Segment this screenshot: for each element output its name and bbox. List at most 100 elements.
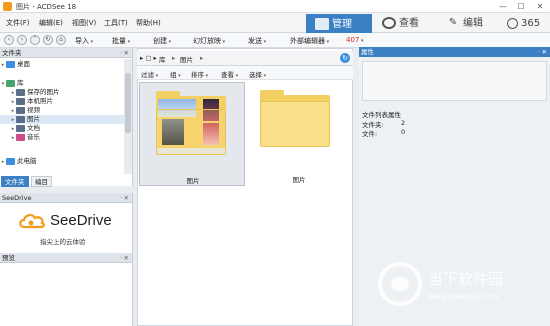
seedrive-panel-header: SeeDrive ᐧ ✕ — [0, 193, 132, 203]
app-icon — [3, 2, 12, 11]
seedrive-brand: SeeDrive — [50, 212, 112, 229]
mode-edit-button[interactable]: ✎ 编辑 — [438, 14, 496, 33]
tree-item-this-pc[interactable]: ▸ 此电脑 — [0, 157, 124, 166]
menu-tools[interactable]: 工具(T) — [104, 18, 128, 28]
mode-manage-label: 管理 — [332, 19, 352, 30]
refresh-icon[interactable]: ↻ — [43, 35, 53, 45]
properties-preview-area — [362, 61, 547, 101]
tree-item-desktop[interactable]: ▸ 桌面 — [0, 60, 124, 69]
properties-panel-header: 属性 ᐧ ✕ — [359, 47, 550, 57]
tree-item-label: 图片 — [27, 115, 40, 123]
toolbar-batch[interactable]: 批量 — [112, 36, 130, 46]
folders-panel-header: 文件夹 ᐧ ✕ — [0, 48, 132, 58]
breadcrumb-pictures[interactable]: 图片 — [180, 54, 193, 64]
property-value: 0 — [401, 128, 406, 136]
scroll-thumb[interactable] — [125, 73, 131, 133]
menu-edit[interactable]: 编辑(E) — [39, 18, 63, 28]
folder-front — [156, 109, 226, 155]
preview-panel-header: 预览 ᐧ ✕ — [0, 253, 132, 263]
folders-panel: 文件夹 ᐧ ✕ ▸ 桌面 ▾ 库 ▸ 保存的图片 ▸ 本机照片 ▸ 视频 ▸ 图片 ▸ 文档 … — [0, 48, 133, 186]
minimize-button[interactable]: — — [494, 1, 512, 12]
mode-view-label: 查看 — [399, 18, 419, 29]
tree-item-label: 视频 — [27, 106, 40, 114]
home-icon[interactable]: ⌂ — [56, 35, 66, 45]
panel-close-icon[interactable]: ᐧ ✕ — [120, 193, 129, 203]
breadcrumb-library[interactable]: 库 — [159, 54, 166, 64]
documents-folder-icon — [16, 124, 25, 132]
tab-catalog[interactable]: 编目 — [31, 176, 52, 187]
toolbar-import[interactable]: 导入 — [75, 36, 93, 46]
sort-button[interactable]: 排序 — [191, 69, 208, 79]
menu-view[interactable]: 视图(V) — [72, 18, 96, 28]
breadcrumb-icon: ▸ ▢ ▸ — [140, 54, 157, 62]
folder-tree: ▸ 桌面 ▾ 库 ▸ 保存的图片 ▸ 本机照片 ▸ 视频 ▸ 图片 ▸ 文档 ▸ 音乐 ▸ 此电脑 — [0, 59, 124, 174]
toolbar: ‹ › ˄ ↻ ⌂ 导入 批量 创建 幻灯放映 发送 外部编辑器 407 — [0, 33, 550, 48]
panel-close-icon[interactable]: ᐧ ✕ — [120, 48, 129, 58]
tree-item-label: 音乐 — [27, 133, 40, 141]
folder-front — [260, 101, 330, 147]
view-icon — [382, 17, 396, 29]
property-key: 文件: — [362, 130, 378, 138]
folders-panel-title: 文件夹 — [2, 49, 22, 57]
panel-close-icon[interactable]: ᐧ ✕ — [120, 253, 129, 263]
toolbar-slideshow[interactable]: 幻灯放映 — [193, 36, 225, 46]
video-folder-icon — [16, 106, 25, 114]
forward-icon[interactable]: › — [17, 35, 27, 45]
mode-view-button[interactable]: 查看 — [374, 14, 432, 33]
preview-panel: 预览 ᐧ ✕ — [0, 253, 133, 326]
up-icon[interactable]: ˄ — [30, 35, 40, 45]
menu-file[interactable]: 文件(F) — [6, 18, 30, 28]
toolbar-create[interactable]: 创建 — [153, 36, 171, 46]
tree-item-library[interactable]: ▾ 库 — [0, 79, 124, 88]
view-button[interactable]: 查看 — [221, 69, 238, 79]
mode-manage-button[interactable]: 管理 — [306, 14, 372, 33]
tab-folders[interactable]: 文件夹 — [1, 176, 29, 187]
group-button[interactable]: 组 — [170, 69, 181, 79]
folder-icon — [16, 88, 25, 96]
tree-item-label: 库 — [17, 79, 24, 87]
property-value: 2 — [401, 119, 406, 127]
toolbar-send[interactable]: 发送 — [248, 36, 266, 46]
breadcrumb-separator: ▸ — [172, 54, 176, 62]
thumbnail-item[interactable]: 图片 — [246, 82, 352, 186]
folders-scrollbar[interactable] — [124, 59, 132, 174]
close-button[interactable]: ✕ — [531, 1, 549, 12]
menu-help[interactable]: 帮助(H) — [136, 18, 161, 28]
maximize-button[interactable]: ☐ — [512, 1, 530, 12]
filter-button[interactable]: 过滤 — [141, 69, 158, 79]
watermark-logo-center — [391, 277, 409, 291]
tree-item-music[interactable]: ▸ 音乐 — [0, 133, 124, 142]
thumbnail-label: 图片 — [186, 177, 200, 185]
toolbar-external-editor[interactable]: 外部编辑器 — [290, 36, 329, 46]
365-icon — [507, 17, 518, 29]
breadcrumb-separator: ▸ — [200, 54, 204, 62]
tree-item-saved-pictures[interactable]: ▸ 保存的图片 — [0, 88, 124, 97]
tree-item-documents[interactable]: ▸ 文档 — [0, 124, 124, 133]
back-icon[interactable]: ‹ — [4, 35, 14, 45]
tree-item-label: 文档 — [27, 124, 40, 132]
tree-item-pictures[interactable]: ▸ 图片 — [0, 115, 124, 124]
toolbar-407[interactable]: 407 — [346, 36, 363, 44]
tree-item-videos[interactable]: ▸ 视频 — [0, 106, 124, 115]
refresh-icon[interactable]: ↻ — [340, 53, 350, 63]
mode-365-button[interactable]: 365 — [502, 14, 548, 33]
seedrive-tagline: 指尖上的云体验 — [40, 238, 86, 246]
breadcrumb: ▸ ▢ ▸ 库 ▸ 图片 ▸ ↻ — [137, 51, 353, 66]
tree-item-label: 保存的图片 — [27, 88, 60, 96]
window-title: 图片 - ACDSee 18 — [16, 3, 77, 11]
folder-icon — [16, 97, 25, 105]
tree-item-label: 本机照片 — [27, 97, 53, 105]
manage-icon — [315, 18, 329, 30]
music-folder-icon — [16, 133, 25, 141]
edit-icon: ✎ — [448, 17, 458, 28]
properties-section-title: 文件列表属性 — [362, 111, 401, 119]
panel-close-icon[interactable]: ᐧ ✕ — [538, 47, 547, 57]
seedrive-panel-title: SeeDrive — [2, 194, 32, 202]
thumbnail-item[interactable]: 图片 — [139, 82, 245, 186]
select-button[interactable]: 选择 — [249, 69, 266, 79]
tree-item-camera-roll[interactable]: ▸ 本机照片 — [0, 97, 124, 106]
seedrive-panel: SeeDrive ᐧ ✕ SeeDrive 指尖上的云体验 — [0, 193, 133, 253]
thumbnail-label: 图片 — [292, 176, 306, 184]
watermark-logo — [378, 262, 422, 306]
pictures-folder-icon — [16, 115, 25, 123]
